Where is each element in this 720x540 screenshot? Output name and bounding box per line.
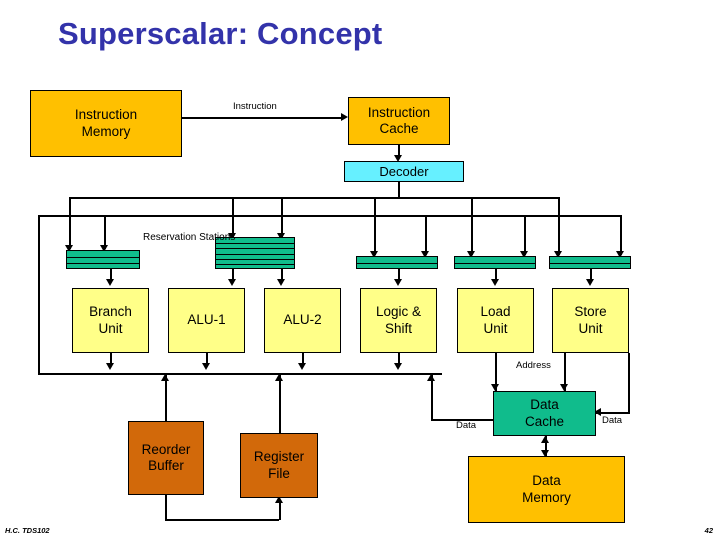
instruction-cache-block[interactable]: Instruction Cache — [348, 97, 450, 145]
dispatch-bus-rail — [69, 197, 559, 199]
dispatch-drop-load-a — [471, 197, 473, 255]
dispatch-drop-alu-a — [232, 197, 234, 237]
logic-shift-block[interactable]: Logic & Shift — [360, 288, 437, 353]
core-frame-left — [38, 215, 40, 375]
store-unit-line2: Unit — [578, 320, 603, 336]
edge-rob-to-rf-vert-left — [165, 495, 167, 521]
arrowhead-rs-to-load — [491, 279, 499, 286]
edge-label-instruction: Instruction — [233, 101, 277, 112]
branch-unit-block[interactable]: Branch Unit — [72, 288, 149, 353]
register-file-block[interactable]: Register File — [240, 433, 318, 498]
data-cache-block[interactable]: Data Cache — [493, 391, 596, 436]
arrowhead-logic-to-resultbus — [394, 363, 402, 370]
edge-im-to-ic — [182, 117, 342, 119]
arrowhead-reorderbuffer-to-bus — [161, 374, 169, 381]
arrowhead-rs-to-store — [586, 279, 594, 286]
logic-shift-line1: Logic & — [375, 304, 422, 320]
logic-shift-line2: Shift — [384, 320, 412, 336]
alu2-label: ALU-2 — [283, 312, 322, 328]
edge-label-address: Address — [516, 360, 551, 371]
dispatch-drop-load-b — [524, 215, 526, 255]
arrowhead-rs-to-alu2 — [277, 279, 285, 286]
reorder-buffer-block[interactable]: Reorder Buffer — [128, 421, 204, 495]
instruction-cache-line1: Instruction — [367, 104, 431, 120]
arrowhead-im-to-ic — [341, 112, 348, 121]
instruction-memory-line1: Instruction — [74, 107, 138, 123]
footer-author: H.C. TDS102 — [5, 526, 50, 535]
core-frame-top — [38, 215, 442, 217]
footer-page-number: 42 — [704, 526, 713, 535]
reservation-stations-caption: Reservation Stations — [143, 232, 235, 245]
arrowhead-datamemory-to-datacache — [541, 436, 549, 443]
arrowhead-alu2-to-resultbus — [298, 363, 306, 370]
dispatch-bus-stem — [398, 182, 400, 198]
dispatch-drop-alu-b — [281, 197, 283, 237]
data-cache-line2: Cache — [524, 413, 565, 429]
instruction-memory-block[interactable]: Instruction Memory — [30, 90, 182, 157]
edge-label-data-right: Data — [602, 415, 623, 426]
store-unit-block[interactable]: Store Unit — [552, 288, 629, 353]
dispatch-drop-logic-b — [425, 215, 427, 255]
register-file-line1: Register — [253, 449, 305, 465]
reservation-stations-caption-line2: Stations — [199, 232, 236, 243]
reorder-buffer-line2: Buffer — [148, 458, 184, 473]
decoder-label: Decoder — [379, 163, 429, 179]
dispatch-drop-branch-b — [104, 215, 106, 249]
arrowhead-store-address — [560, 384, 568, 391]
branch-unit-line1: Branch — [89, 304, 132, 320]
load-unit-line2: Unit — [483, 320, 508, 336]
reservation-station-store-unit[interactable] — [549, 256, 631, 269]
dispatch-rail-right-extension — [425, 215, 621, 217]
arrowhead-registerfile-to-bus — [275, 374, 283, 381]
load-unit-block[interactable]: Load Unit — [457, 288, 534, 353]
arrowhead-rs-to-logic — [394, 279, 402, 286]
reservation-station-logic-shift[interactable] — [356, 256, 438, 269]
reservation-station-load-unit[interactable] — [454, 256, 536, 269]
register-file-line2: File — [268, 465, 290, 481]
slide-canvas: Superscalar: Concept Instruction Memory … — [0, 0, 720, 540]
alu1-block[interactable]: ALU-1 — [168, 288, 245, 353]
edge-store-data-vert — [628, 353, 630, 413]
alu2-block[interactable]: ALU-2 — [264, 288, 341, 353]
edge-rob-to-rf-vert-right — [279, 500, 281, 520]
load-unit-line1: Load — [480, 304, 511, 320]
arrowhead-rs-to-branch — [106, 279, 114, 286]
arrowhead-branch-to-resultbus — [106, 363, 114, 370]
arrowhead-datacache-to-bus — [427, 374, 435, 381]
data-memory-block[interactable]: Data Memory — [468, 456, 625, 523]
dispatch-drop-logic-a — [374, 197, 376, 255]
edge-rob-to-rf-horiz — [165, 519, 279, 521]
reorder-buffer-line1: Reorder — [141, 441, 191, 457]
alu1-label: ALU-1 — [187, 312, 226, 328]
instruction-cache-line2: Cache — [379, 121, 419, 136]
arrowhead-rs-to-alu1 — [228, 279, 236, 286]
arrowhead-alu1-to-resultbus — [202, 363, 210, 370]
data-memory-line1: Data — [532, 473, 561, 489]
page-title: Superscalar: Concept — [58, 16, 383, 51]
instruction-memory-line2: Memory — [81, 123, 131, 139]
reservation-station-branch-unit[interactable] — [66, 250, 140, 269]
dispatch-drop-branch-a — [69, 197, 71, 249]
branch-unit-line2: Unit — [98, 320, 123, 336]
reservation-stations-caption-line1: Reservation — [143, 232, 197, 243]
edge-registerfile-to-bus — [279, 373, 281, 434]
arrowhead-load-address — [491, 384, 499, 391]
data-cache-line1: Data — [530, 397, 559, 413]
decoder-block[interactable]: Decoder — [344, 161, 464, 182]
core-frame-bottom — [38, 373, 442, 375]
edge-store-data-horiz — [596, 412, 630, 414]
store-unit-line1: Store — [574, 304, 607, 320]
data-memory-line2: Memory — [522, 489, 571, 505]
dispatch-drop-store-a — [558, 197, 560, 255]
dispatch-drop-store-b — [620, 215, 622, 255]
edge-label-data-left: Data — [456, 420, 477, 431]
